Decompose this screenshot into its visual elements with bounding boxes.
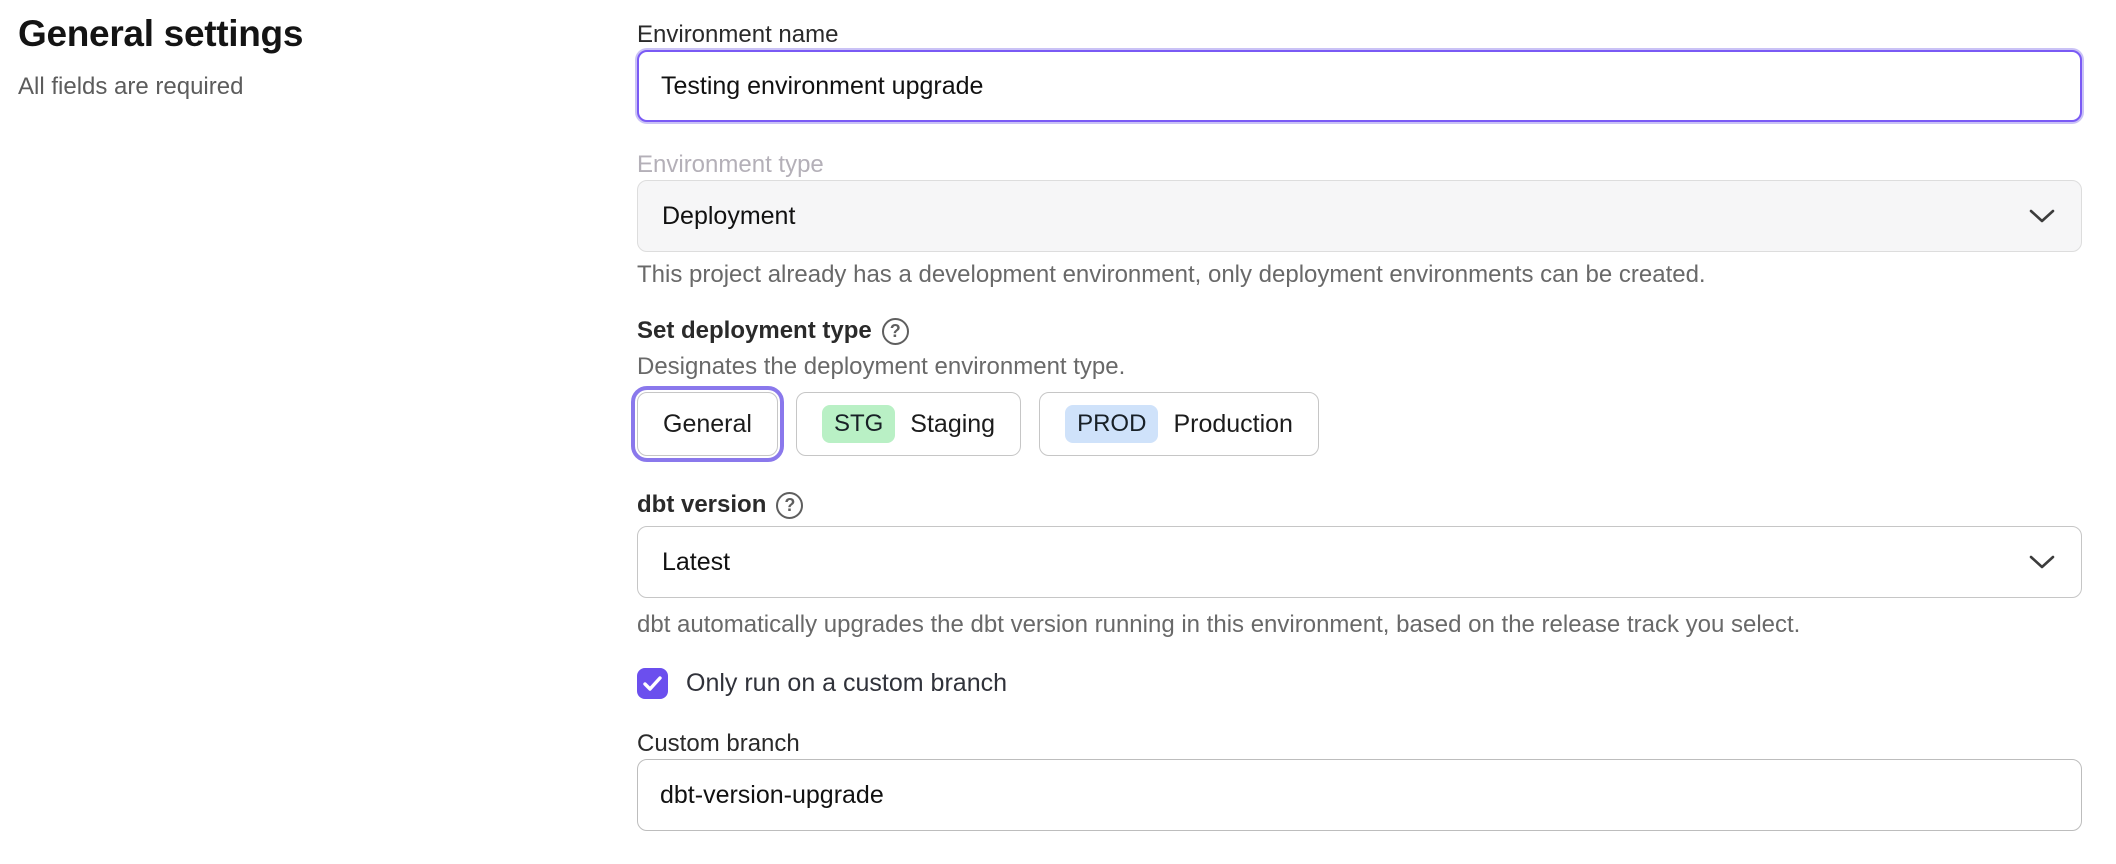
deployment-type-production-button[interactable]: PROD Production xyxy=(1039,392,1319,456)
deployment-type-staging-button[interactable]: STG Staging xyxy=(796,392,1021,456)
deployment-type-options: General STG Staging PROD Production xyxy=(637,392,2082,456)
chevron-down-icon xyxy=(2029,554,2055,570)
environment-type-helper: This project already has a development e… xyxy=(637,260,2082,290)
page-subtitle: All fields are required xyxy=(18,72,598,102)
checkmark-icon xyxy=(643,676,662,691)
dbt-version-select[interactable]: Latest xyxy=(637,526,2082,598)
page-title: General settings xyxy=(18,10,598,58)
deployment-type-description: Designates the deployment environment ty… xyxy=(637,352,2082,382)
custom-branch-input[interactable] xyxy=(637,759,2082,831)
chevron-down-icon xyxy=(2029,208,2055,224)
dbt-version-helper: dbt automatically upgrades the dbt versi… xyxy=(637,610,2082,640)
custom-branch-toggle-label[interactable]: Only run on a custom branch xyxy=(686,669,1007,698)
help-icon[interactable]: ? xyxy=(882,318,909,345)
environment-type-label: Environment type xyxy=(637,150,2082,180)
custom-branch-toggle-row: Only run on a custom branch xyxy=(637,668,2082,699)
dbt-version-value: Latest xyxy=(662,548,730,577)
deployment-type-general-button[interactable]: General xyxy=(637,392,778,456)
environment-name-input[interactable] xyxy=(637,50,2082,122)
custom-branch-checkbox[interactable] xyxy=(637,668,668,699)
environment-settings-form: Environment name Environment type Deploy… xyxy=(637,0,2082,831)
settings-header: General settings All fields are required xyxy=(18,10,598,102)
custom-branch-label: Custom branch xyxy=(637,729,2082,759)
deployment-type-label: Set deployment type ? xyxy=(637,316,2082,346)
environment-type-select: Deployment xyxy=(637,180,2082,252)
dbt-version-label: dbt version ? xyxy=(637,490,2082,520)
environment-type-value: Deployment xyxy=(662,202,795,231)
help-icon[interactable]: ? xyxy=(776,492,803,519)
production-badge: PROD xyxy=(1065,405,1158,443)
staging-badge: STG xyxy=(822,405,895,443)
environment-name-label: Environment name xyxy=(637,20,2082,50)
